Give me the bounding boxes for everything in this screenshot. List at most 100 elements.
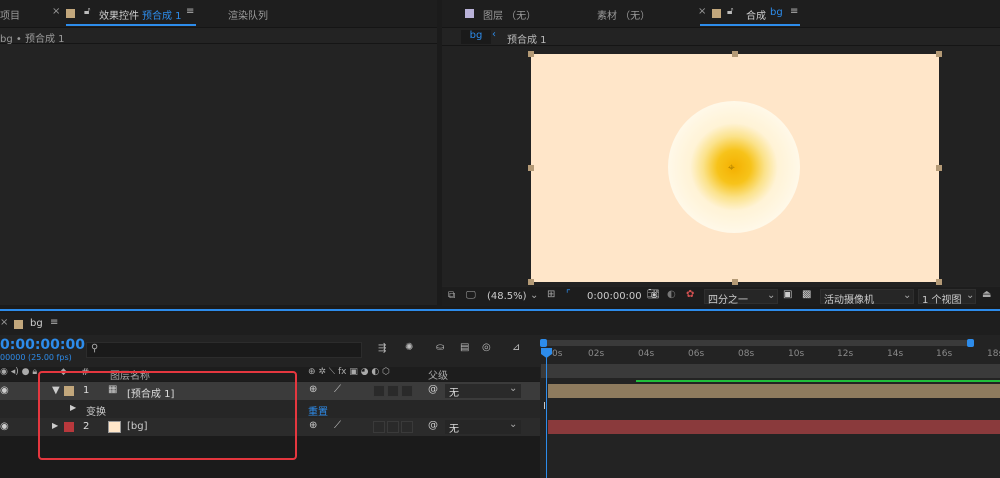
navigator-end-handle[interactable] xyxy=(967,339,974,347)
menu-icon[interactable]: ≡ xyxy=(790,6,798,17)
left-subbar: bg • 预合成 1 xyxy=(0,28,437,45)
switch-box[interactable] xyxy=(387,421,399,433)
time-tick: 04s xyxy=(638,349,655,359)
transform-handle[interactable] xyxy=(732,51,738,57)
layer-bar-2[interactable] xyxy=(548,420,1000,434)
lock-icon[interactable]: 🔓︎ xyxy=(727,6,733,17)
timeline-fps: 00000 (25.00 fps) xyxy=(0,353,72,362)
tab-layer[interactable]: 图层 （无） xyxy=(483,7,536,22)
mask-visibility-icon[interactable]: ⌜ xyxy=(566,289,571,300)
search-icon: ⚲ xyxy=(91,343,99,354)
comp-flowchart-icon[interactable]: ⇶ xyxy=(378,343,386,354)
time-tick: 14s xyxy=(887,349,904,359)
always-preview-icon[interactable]: ⧉ xyxy=(448,290,455,301)
shy-switch-icon[interactable]: ⊕ xyxy=(309,420,317,431)
quality-switch-icon[interactable]: ⟋ xyxy=(334,420,341,431)
shy-switch-icon[interactable]: ⊕ xyxy=(309,384,317,395)
tab-render-queue[interactable]: 渲染队列 xyxy=(228,7,268,22)
switch-box[interactable] xyxy=(373,385,385,397)
comp-color-swatch xyxy=(66,9,75,18)
chevron-down-icon: ⌄ xyxy=(903,290,912,301)
tab-footage[interactable]: 素材 （无） xyxy=(597,7,650,22)
region-of-interest-icon[interactable]: ▣ xyxy=(783,289,792,300)
transform-handle[interactable] xyxy=(528,165,534,171)
switch-box[interactable] xyxy=(373,421,385,433)
graph-editor-icon[interactable]: ⊿ xyxy=(512,342,520,353)
tab-project[interactable]: 项目 xyxy=(0,7,20,22)
transform-handle[interactable] xyxy=(936,279,942,285)
tab-effect-controls-label[interactable]: 效果控件 xyxy=(99,7,139,22)
eye-icon[interactable]: ◉ xyxy=(0,385,9,396)
resolution-select[interactable]: 四分之一 ⌄ xyxy=(704,289,778,306)
switches-header-icons: ⊕ ✲ ⟍ fx ▣ ◕ ◐ ⬡ xyxy=(308,367,390,377)
transform-handle[interactable] xyxy=(528,279,534,285)
draft-3d-icon[interactable]: ✺ xyxy=(405,342,413,353)
time-tick: 18s xyxy=(987,349,1000,359)
comp-nav-bar: bg ‹ 预合成 1 xyxy=(442,28,1000,46)
transform-handle[interactable] xyxy=(936,165,942,171)
close-icon[interactable]: × xyxy=(0,317,8,328)
time-tick: 08s xyxy=(738,349,755,359)
close-icon[interactable]: × xyxy=(698,6,706,17)
anchor-point-icon[interactable]: ⌖ xyxy=(728,160,735,175)
panel-focus-line xyxy=(0,309,1000,311)
views-select[interactable]: 1 个视图 ⌄ xyxy=(918,289,976,306)
navigator-start-handle[interactable] xyxy=(540,339,547,347)
layer-search-input[interactable]: ⚲ xyxy=(86,342,362,358)
layer-bar-1[interactable] xyxy=(548,384,1000,398)
grid-guides-icon[interactable]: ⊞ xyxy=(547,289,555,300)
reset-exposure-icon[interactable]: ⏏ xyxy=(982,289,991,300)
chevron-down-icon: ⌄ xyxy=(509,419,518,430)
parent-value: 无 xyxy=(449,424,459,435)
tab-effect-controls-comp[interactable]: 预合成 1 xyxy=(142,7,182,22)
eye-icon[interactable]: ◉ xyxy=(0,421,9,432)
monitor-icon[interactable]: 🖵︎ xyxy=(466,290,476,301)
work-area-navigator[interactable] xyxy=(541,340,973,346)
frame-blending-icon[interactable]: ▤ xyxy=(460,342,469,353)
tab-composition-name[interactable]: bg xyxy=(770,7,783,18)
transform-handle[interactable] xyxy=(528,51,534,57)
pick-whip-icon[interactable]: @ xyxy=(428,384,438,395)
switch-box[interactable] xyxy=(401,421,413,433)
pick-whip-icon[interactable]: @ xyxy=(428,420,438,431)
close-icon[interactable]: × xyxy=(52,6,60,17)
resolution-value: 四分之一 xyxy=(708,295,748,306)
active-tab-underline xyxy=(66,24,196,26)
parent-select[interactable]: 无 ⌄ xyxy=(445,419,521,435)
snapshot-icon[interactable]: 📷︎ xyxy=(647,289,660,300)
lock-icon[interactable]: 🔓︎ xyxy=(84,6,90,17)
chevron-down-icon[interactable]: ⌄ xyxy=(530,290,538,301)
channel-icon[interactable]: ✿ xyxy=(686,289,694,300)
switch-box[interactable] xyxy=(401,385,413,397)
timeline-current-time[interactable]: 0:00:00:00 xyxy=(0,337,85,353)
current-time-viewer[interactable]: 0:00:00:00 xyxy=(587,291,642,302)
transparency-grid-icon[interactable]: ▩ xyxy=(802,289,811,300)
col-parent[interactable]: 父级 xyxy=(428,367,448,382)
show-snapshot-icon[interactable]: ◐ xyxy=(667,289,676,300)
transform-handle[interactable] xyxy=(936,51,942,57)
camera-select[interactable]: 活动摄像机 ⌄ xyxy=(820,289,914,306)
timeline-controls: 0:00:00:00 00000 (25.00 fps) ⚲ ⇶ ✺ ⛀ ▤ ◎… xyxy=(0,335,540,367)
menu-icon[interactable]: ≡ xyxy=(186,6,194,17)
chevron-down-icon: ⌄ xyxy=(767,290,776,301)
switch-box[interactable] xyxy=(387,385,399,397)
motion-blur-icon[interactable]: ◎ xyxy=(482,342,491,353)
time-tick: 0s xyxy=(552,349,563,359)
zoom-value[interactable]: (48.5%) xyxy=(487,291,527,302)
comp-nav-active[interactable]: bg xyxy=(461,30,491,44)
timeline-comp-name[interactable]: bg xyxy=(30,318,43,329)
transform-handle[interactable] xyxy=(732,279,738,285)
shy-layers-icon[interactable]: ⛀ xyxy=(436,342,444,353)
cache-indicator xyxy=(636,380,1000,382)
time-ruler[interactable]: 0s 02s 04s 06s 08s 10s 12s 14s 16s 18s xyxy=(540,348,1000,364)
quality-switch-icon[interactable]: ⟋ xyxy=(334,384,341,395)
keyframe-cursor-icon: I xyxy=(543,401,546,412)
comp-nav-next[interactable]: 预合成 1 xyxy=(507,31,547,46)
parent-select[interactable]: 无 ⌄ xyxy=(445,383,521,399)
work-area-bar[interactable] xyxy=(541,364,1000,378)
tab-composition-label[interactable]: 合成 xyxy=(746,7,766,22)
menu-icon[interactable]: ≡ xyxy=(50,317,58,328)
playhead-line[interactable] xyxy=(546,350,547,478)
reset-link[interactable]: 重置 xyxy=(308,403,328,418)
effect-controls-panel: 项目 × 🔓︎ 效果控件 预合成 1 ≡ 渲染队列 bg • 预合成 1 xyxy=(0,0,437,305)
